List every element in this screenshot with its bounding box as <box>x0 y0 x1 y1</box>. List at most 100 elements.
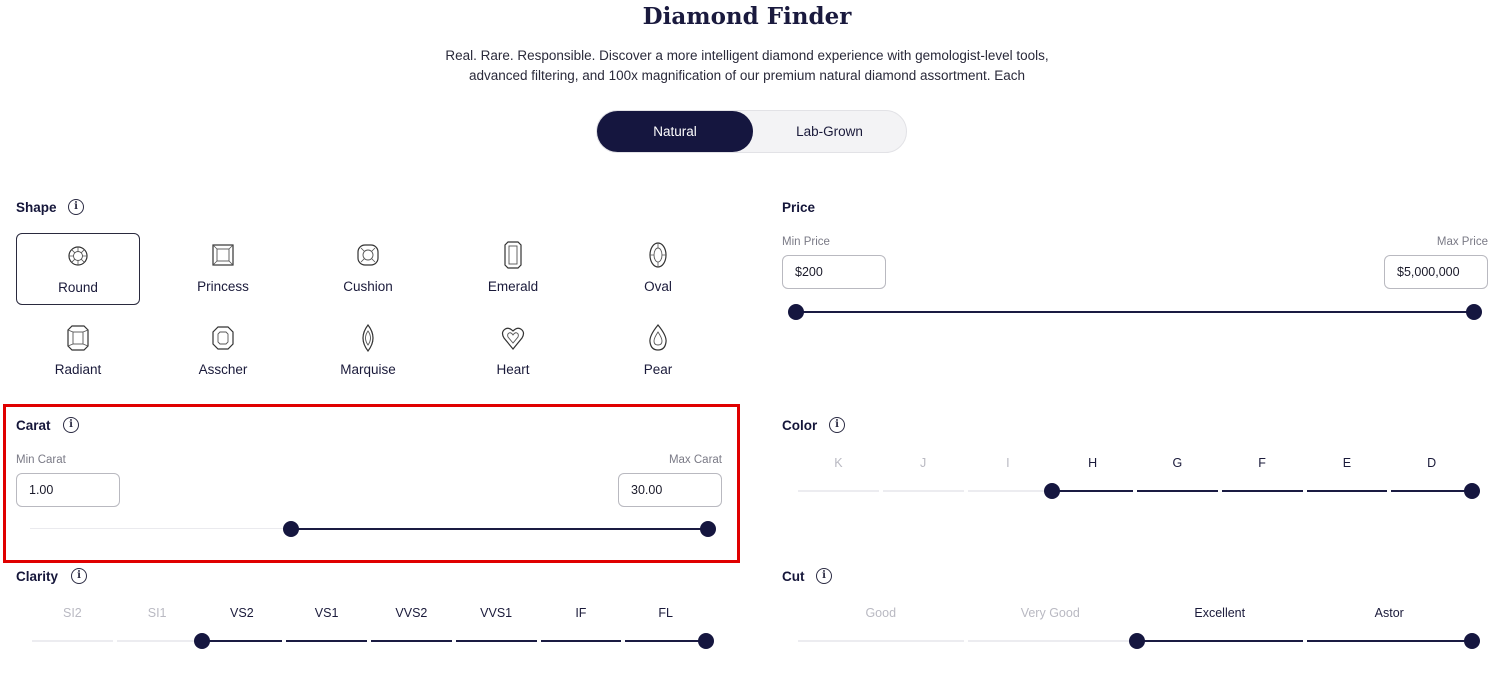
clarity-max-handle[interactable] <box>698 633 714 649</box>
shape-option-radiant[interactable]: Radiant <box>16 316 140 388</box>
toggle-natural[interactable]: Natural <box>597 111 753 152</box>
heart-diamond-icon <box>501 327 525 350</box>
asscher-diamond-icon <box>212 326 234 350</box>
clarity-grade-if[interactable]: IF <box>539 606 624 620</box>
shape-option-round[interactable]: Round <box>16 233 140 305</box>
shape-option-heart[interactable]: Heart <box>451 316 575 388</box>
emerald-diamond-icon <box>504 241 522 269</box>
clarity-min-handle[interactable] <box>193 633 210 649</box>
price-max-handle[interactable] <box>1466 304 1482 320</box>
carat-highlight-box <box>3 404 740 563</box>
cut-segment[interactable] <box>1137 640 1303 642</box>
shape-option-pear[interactable]: Pear <box>596 316 720 388</box>
cut-title: Cut <box>782 569 805 584</box>
price-slider-track[interactable] <box>796 311 1474 313</box>
info-icon[interactable]: i <box>816 568 832 584</box>
max-price-input[interactable]: $5,000,000 <box>1384 255 1488 289</box>
subtitle-line-2: advanced filtering, and 100x magnificati… <box>468 68 1026 83</box>
shape-option-label: Pear <box>643 362 673 377</box>
cut-segment[interactable] <box>798 640 964 642</box>
shape-option-label: Cushion <box>343 279 393 294</box>
pear-diamond-icon <box>649 324 667 351</box>
clarity-grade-fl[interactable]: FL <box>623 606 708 620</box>
color-title: Color <box>782 418 818 433</box>
clarity-segment[interactable] <box>625 640 706 642</box>
page-subtitle: Real. Rare. Responsible. Discover a more… <box>0 46 1494 86</box>
diamond-type-toggle: Natural Lab-Grown <box>596 110 907 153</box>
color-segment[interactable] <box>1052 490 1133 492</box>
shape-option-label: Princess <box>197 279 249 294</box>
radiant-diamond-icon <box>67 325 89 351</box>
clarity-segment[interactable] <box>371 640 452 642</box>
shape-option-asscher[interactable]: Asscher <box>161 316 285 388</box>
toggle-lab-grown[interactable]: Lab-Grown <box>753 111 906 152</box>
shape-option-oval[interactable]: Oval <box>596 233 720 305</box>
oval-diamond-icon <box>649 242 667 268</box>
clarity-segment[interactable] <box>116 640 198 642</box>
marquise-diamond-icon <box>362 324 374 352</box>
princess-diamond-icon <box>212 244 234 266</box>
clarity-grade-vs1[interactable]: VS1 <box>284 606 369 620</box>
cut-grade-astor[interactable]: Astor <box>1305 606 1475 620</box>
color-grade-h[interactable]: H <box>1050 456 1135 470</box>
price-min-handle[interactable] <box>788 304 804 320</box>
cushion-diamond-icon <box>357 244 379 266</box>
color-grade-k[interactable]: K <box>796 456 881 470</box>
clarity-segment[interactable] <box>540 640 622 642</box>
min-price-label: Min Price <box>782 236 830 248</box>
shape-title: Shape <box>16 200 57 215</box>
color-grade-i[interactable]: I <box>966 456 1051 470</box>
shape-option-marquise[interactable]: Marquise <box>306 316 430 388</box>
info-icon[interactable]: i <box>68 199 84 215</box>
color-segment[interactable] <box>882 490 964 492</box>
color-max-handle[interactable] <box>1464 483 1480 499</box>
clarity-segment[interactable] <box>32 640 113 642</box>
color-segment[interactable] <box>1137 490 1218 492</box>
cut-grade-very-good[interactable]: Very Good <box>966 606 1136 620</box>
shape-option-label: Radiant <box>54 362 102 377</box>
shape-option-label: Asscher <box>198 362 248 377</box>
shape-option-cushion[interactable]: Cushion <box>306 233 430 305</box>
color-grade-e[interactable]: E <box>1305 456 1390 470</box>
color-min-handle[interactable] <box>1044 483 1061 499</box>
info-icon[interactable]: i <box>71 568 87 584</box>
clarity-grade-vvs1[interactable]: VVS1 <box>454 606 539 620</box>
color-grade-f[interactable]: F <box>1220 456 1305 470</box>
clarity-grade-vvs2[interactable]: VVS2 <box>369 606 454 620</box>
info-icon[interactable]: i <box>829 417 845 433</box>
page-title: Diamond Finder <box>642 3 852 30</box>
cut-segment[interactable] <box>1306 640 1472 642</box>
shape-option-label: Heart <box>496 362 530 377</box>
clarity-segment[interactable] <box>286 640 367 642</box>
clarity-grade-si1[interactable]: SI1 <box>115 606 200 620</box>
color-grade-d[interactable]: D <box>1389 456 1474 470</box>
cut-min-handle[interactable] <box>1129 633 1145 649</box>
color-segment[interactable] <box>798 490 879 492</box>
min-price-input[interactable]: $200 <box>782 255 886 289</box>
shape-option-label: Emerald <box>487 279 539 294</box>
color-grade-j[interactable]: J <box>881 456 966 470</box>
clarity-grade-si2[interactable]: SI2 <box>30 606 115 620</box>
clarity-grade-vs2[interactable]: VS2 <box>200 606 285 620</box>
max-price-label: Max Price <box>1436 236 1488 248</box>
color-segment[interactable] <box>1306 490 1388 492</box>
clarity-segment[interactable] <box>455 640 537 642</box>
cut-segment[interactable] <box>967 640 1133 642</box>
subtitle-line-1: Real. Rare. Responsible. Discover a more… <box>445 48 1049 63</box>
clarity-title: Clarity <box>16 569 59 584</box>
clarity-segment[interactable] <box>201 640 283 642</box>
shape-option-princess[interactable]: Princess <box>161 233 285 305</box>
shape-option-emerald[interactable]: Emerald <box>451 233 575 305</box>
color-segment[interactable] <box>1221 490 1303 492</box>
price-title: Price <box>782 200 816 215</box>
color-segment[interactable] <box>967 490 1049 492</box>
cut-grade-good[interactable]: Good <box>796 606 966 620</box>
round-diamond-icon <box>68 246 88 266</box>
shape-option-label: Round <box>58 280 98 295</box>
cut-grade-excellent[interactable]: Excellent <box>1135 606 1305 620</box>
color-segment[interactable] <box>1391 490 1472 492</box>
shape-option-label: Oval <box>644 279 672 294</box>
cut-max-handle[interactable] <box>1464 633 1480 649</box>
shape-option-label: Marquise <box>340 362 396 377</box>
color-grade-g[interactable]: G <box>1135 456 1220 470</box>
